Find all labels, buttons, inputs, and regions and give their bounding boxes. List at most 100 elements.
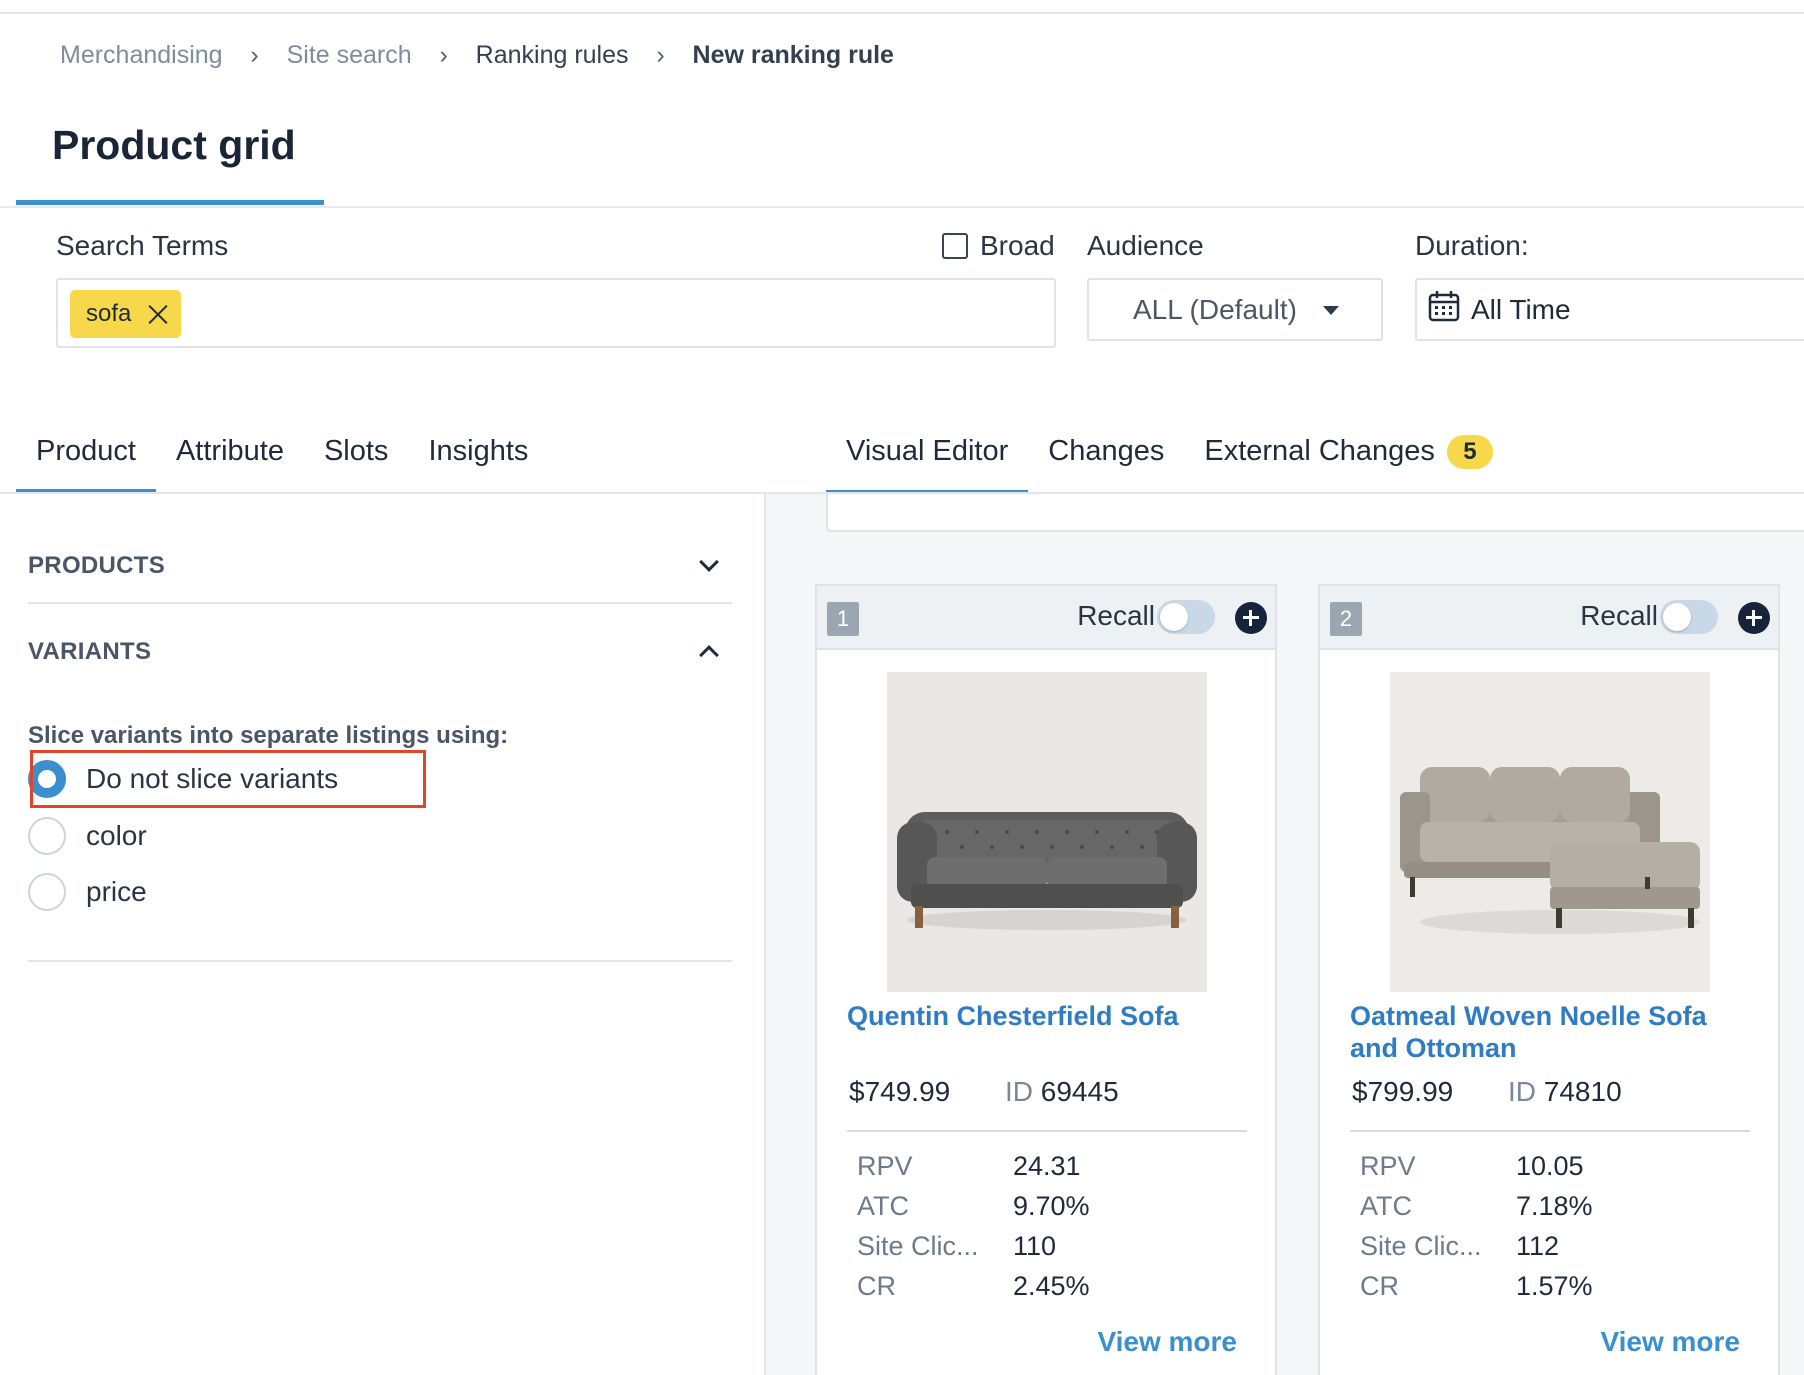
- divider: [28, 960, 732, 962]
- radio-unchecked-icon[interactable]: [28, 817, 66, 855]
- breadcrumb-ranking-rules[interactable]: Ranking rules: [476, 41, 629, 70]
- metric-key: ATC: [857, 1191, 909, 1221]
- external-changes-badge: 5: [1446, 435, 1493, 470]
- tab-external-changes-label: External Changes: [1204, 435, 1435, 467]
- metric-key: ATC: [1360, 1191, 1412, 1221]
- metrics-list: RPV 10.05 ATC 7.18% Site Clic... 112 CR 1.57…: [1360, 1146, 1593, 1306]
- metric-row: Site Clic... 112: [1360, 1226, 1593, 1266]
- slice-variants-label: Slice variants into separate listings us…: [28, 722, 509, 749]
- product-name-link[interactable]: Oatmeal Woven Noelle Sofa and Ottoman: [1350, 1000, 1750, 1064]
- search-terms-input[interactable]: sofa: [56, 278, 1056, 348]
- radio-label: color: [86, 820, 147, 851]
- breadcrumb-current: New ranking rule: [692, 40, 894, 69]
- radio-unchecked-icon[interactable]: [28, 873, 66, 911]
- caret-down-icon: [1323, 306, 1339, 315]
- product-id-label: ID: [1508, 1076, 1536, 1107]
- tab-visual-editor[interactable]: Visual Editor: [826, 425, 1029, 496]
- breadcrumb: Merchandising › Site search › Ranking ru…: [60, 38, 894, 72]
- metric-row: RPV 10.05: [1360, 1146, 1593, 1186]
- product-card: 1 Recall Quentin Chesterfield Sofa $749.…: [815, 584, 1277, 1375]
- tab-insights[interactable]: Insights: [408, 425, 548, 486]
- metric-row: Site Clic... 110: [857, 1226, 1090, 1266]
- product-price: $749.99: [849, 1076, 951, 1107]
- broad-label: Broad: [980, 230, 1055, 261]
- duration-label: Duration:: [1415, 230, 1529, 261]
- product-card: 2 Recall Oatmeal Woven Noelle Sofa and O…: [1318, 584, 1780, 1375]
- metric-row: ATC 9.70%: [857, 1186, 1090, 1226]
- editor-toolbar-strip: [826, 494, 1804, 532]
- tab-attribute[interactable]: Attribute: [156, 425, 304, 486]
- metric-value: 10.05: [1516, 1151, 1584, 1181]
- tab-slots[interactable]: Slots: [304, 425, 408, 486]
- divider: [847, 1130, 1247, 1132]
- products-accordion-header[interactable]: PRODUCTS: [28, 552, 732, 580]
- metric-key: RPV: [1360, 1151, 1416, 1181]
- plus-circle-icon[interactable]: [1738, 602, 1770, 634]
- product-name-link[interactable]: Quentin Chesterfield Sofa: [847, 1000, 1247, 1032]
- duration-picker[interactable]: All Time: [1415, 278, 1804, 341]
- breadcrumb-merchandising[interactable]: Merchandising: [60, 41, 223, 70]
- metric-key: CR: [857, 1271, 896, 1301]
- divider: [28, 602, 732, 604]
- metric-key: CR: [1360, 1271, 1399, 1301]
- metric-key: RPV: [857, 1151, 913, 1181]
- product-image[interactable]: [887, 672, 1207, 992]
- broad-checkbox[interactable]: [942, 233, 968, 259]
- view-more-link[interactable]: View more: [1097, 1326, 1237, 1358]
- audience-select[interactable]: ALL (Default): [1087, 278, 1383, 341]
- variants-accordion-header[interactable]: VARIANTS: [28, 638, 732, 666]
- duration-value: All Time: [1471, 293, 1571, 325]
- metric-row: CR 1.57%: [1360, 1266, 1593, 1306]
- radio-color[interactable]: color: [28, 817, 147, 855]
- metric-key: Site Clic...: [1360, 1231, 1482, 1261]
- divider: [1350, 1130, 1750, 1132]
- metric-value: 7.18%: [1516, 1191, 1593, 1221]
- title-underline: [16, 200, 324, 205]
- top-border: [0, 12, 1804, 14]
- plus-circle-icon[interactable]: [1235, 602, 1267, 634]
- right-tabs: Visual Editor Changes External Changes 5: [826, 425, 1513, 496]
- tab-external-changes[interactable]: External Changes 5: [1184, 425, 1513, 487]
- audience-label: Audience: [1087, 230, 1204, 261]
- search-terms-label: Search Terms: [56, 230, 229, 261]
- metric-row: CR 2.45%: [857, 1266, 1090, 1306]
- left-tabs: Product Attribute Slots Insights: [16, 425, 548, 494]
- view-more-link[interactable]: View more: [1600, 1326, 1740, 1358]
- metric-key: Site Clic...: [857, 1231, 979, 1261]
- product-price: $799.99: [1352, 1076, 1454, 1107]
- radio-label: price: [86, 876, 147, 907]
- card-header: 1 Recall: [817, 586, 1275, 650]
- chevron-up-icon: [699, 645, 719, 665]
- metrics-list: RPV 24.31 ATC 9.70% Site Clic... 110 CR 2.45…: [857, 1146, 1090, 1306]
- chevron-right-icon: ›: [250, 40, 259, 69]
- recall-label: Recall: [1580, 600, 1658, 631]
- variants-heading: VARIANTS: [28, 638, 152, 665]
- audience-value: ALL (Default): [1133, 293, 1297, 325]
- highlight-box: [30, 750, 426, 808]
- calendar-icon: [1427, 289, 1461, 330]
- product-image[interactable]: [1390, 672, 1710, 992]
- product-id-value: 69445: [1040, 1076, 1119, 1107]
- metric-value: 9.70%: [1013, 1191, 1090, 1221]
- chevron-right-icon: ›: [656, 40, 665, 69]
- recall-toggle[interactable]: [1157, 600, 1215, 634]
- chevron-down-icon: [699, 552, 719, 572]
- recall-label: Recall: [1077, 600, 1155, 631]
- breadcrumb-site-search[interactable]: Site search: [287, 41, 412, 70]
- search-term-chip: sofa: [70, 290, 182, 338]
- broad-checkbox-wrap[interactable]: Broad: [942, 230, 1055, 262]
- metric-value: 112: [1516, 1231, 1560, 1261]
- metric-value: 2.45%: [1013, 1271, 1090, 1301]
- close-icon[interactable]: [147, 303, 169, 325]
- page-title: Product grid: [52, 122, 296, 168]
- title-divider: [0, 206, 1804, 208]
- chip-label: sofa: [86, 300, 132, 327]
- tab-changes[interactable]: Changes: [1028, 425, 1184, 487]
- tab-product[interactable]: Product: [16, 425, 156, 494]
- product-id-value: 74810: [1543, 1076, 1622, 1107]
- product-id: ID 74810: [1508, 1076, 1622, 1108]
- recall-toggle[interactable]: [1660, 600, 1718, 634]
- metric-row: RPV 24.31: [857, 1146, 1090, 1186]
- radio-price[interactable]: price: [28, 873, 147, 911]
- rank-badge: 1: [827, 602, 859, 636]
